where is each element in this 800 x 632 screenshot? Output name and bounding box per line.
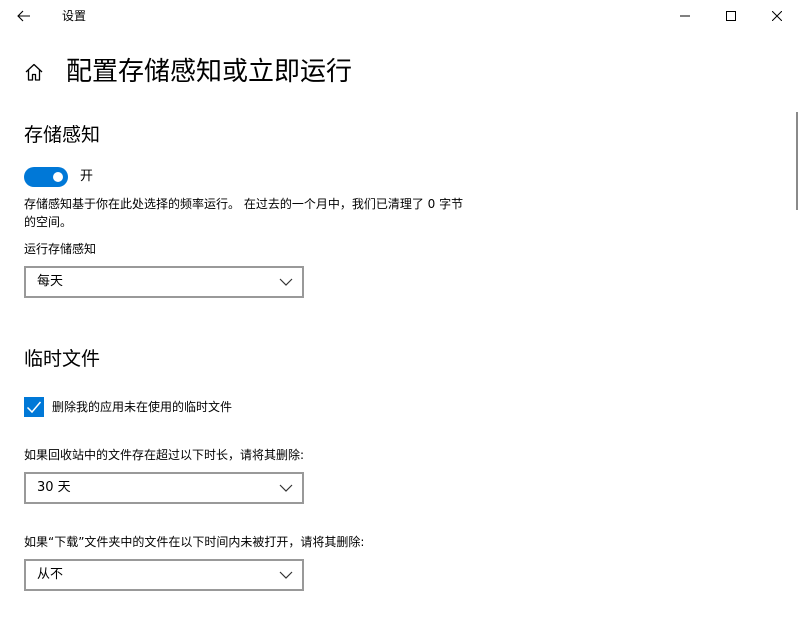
run-frequency-value: 每天 [37, 274, 64, 289]
maximize-icon [726, 11, 736, 21]
recycle-bin-value: 30 天 [37, 480, 71, 495]
toggle-state-label: 开 [80, 169, 94, 184]
downloads-value: 从不 [37, 567, 64, 582]
check-icon [26, 401, 42, 414]
back-button[interactable] [4, 0, 44, 32]
window-title: 设置 [62, 9, 87, 23]
page-title: 配置存储感知或立即运行 [66, 57, 353, 87]
storage-sense-toggle[interactable] [24, 167, 68, 187]
maximize-button[interactable] [708, 0, 754, 32]
recycle-bin-label: 如果回收站中的文件存在超过以下时长，请将其删除: [24, 448, 305, 462]
temp-files-heading: 临时文件 [24, 348, 101, 370]
storage-sense-heading: 存储感知 [24, 124, 101, 146]
minimize-icon [680, 15, 690, 17]
home-icon [25, 63, 43, 81]
close-icon [772, 11, 782, 21]
run-frequency-dropdown[interactable]: 每天 [24, 266, 304, 298]
storage-sense-description: 存储感知基于你在此处选择的频率运行。 在过去的一个月中，我们已清理了 0 字节 … [24, 197, 464, 229]
back-arrow-icon [17, 10, 30, 22]
chevron-down-icon [279, 278, 293, 286]
downloads-label: 如果“下载”文件夹中的文件在以下时间内未被打开，请将其删除: [24, 535, 365, 549]
chevron-down-icon [279, 484, 293, 492]
minimize-button[interactable] [662, 0, 708, 32]
scrollbar[interactable] [796, 112, 798, 210]
run-frequency-label: 运行存储感知 [24, 242, 97, 256]
close-button[interactable] [754, 0, 800, 32]
delete-unused-temp-label: 删除我的应用未在使用的临时文件 [52, 400, 233, 414]
recycle-bin-dropdown[interactable]: 30 天 [24, 472, 304, 504]
home-button[interactable] [22, 60, 46, 84]
downloads-dropdown[interactable]: 从不 [24, 559, 304, 591]
chevron-down-icon [279, 571, 293, 579]
title-bar: 设置 [0, 0, 800, 32]
delete-unused-temp-checkbox[interactable] [24, 397, 44, 417]
toggle-knob [53, 172, 63, 182]
